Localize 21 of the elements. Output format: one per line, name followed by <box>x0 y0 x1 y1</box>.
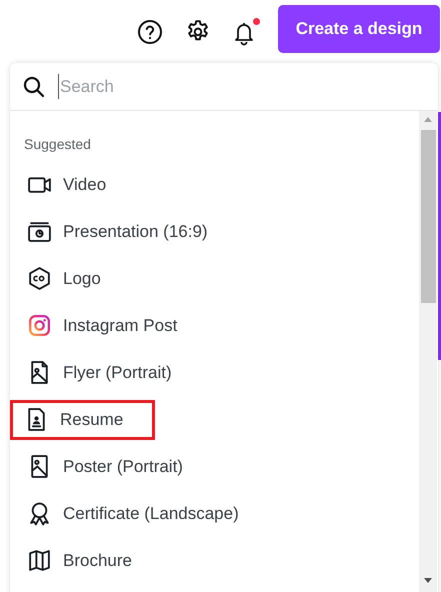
scrollbar[interactable] <box>419 111 437 592</box>
section-title: Suggested <box>23 135 92 154</box>
scrollbar-thumb[interactable] <box>420 130 436 303</box>
presentation-icon <box>27 219 52 244</box>
folded-map-icon <box>27 548 52 573</box>
menu-item[interactable]: Certificate (Landscape) <box>10 494 242 534</box>
hexagon-co-icon <box>27 266 52 291</box>
menu-item[interactable]: Instagram Post <box>10 306 180 346</box>
scroll-down-icon[interactable] <box>424 578 432 583</box>
menu-item[interactable]: Brochure <box>10 540 135 580</box>
instagram-icon <box>27 313 52 338</box>
search-field[interactable]: Search <box>58 74 358 100</box>
help-icon[interactable] <box>137 18 163 44</box>
search-icon <box>23 76 45 98</box>
menu-item[interactable]: Video <box>10 164 110 204</box>
menu-item[interactable]: Presentation (16:9) <box>10 212 211 252</box>
create-design-button[interactable]: Create a design <box>278 4 440 52</box>
menu-item[interactable]: Logo <box>10 258 104 298</box>
menu-item[interactable]: Flyer (Portrait) <box>10 352 175 392</box>
menu-item[interactable]: Poster (Portrait) <box>10 446 186 486</box>
menu-item[interactable]: Resume <box>10 400 155 440</box>
